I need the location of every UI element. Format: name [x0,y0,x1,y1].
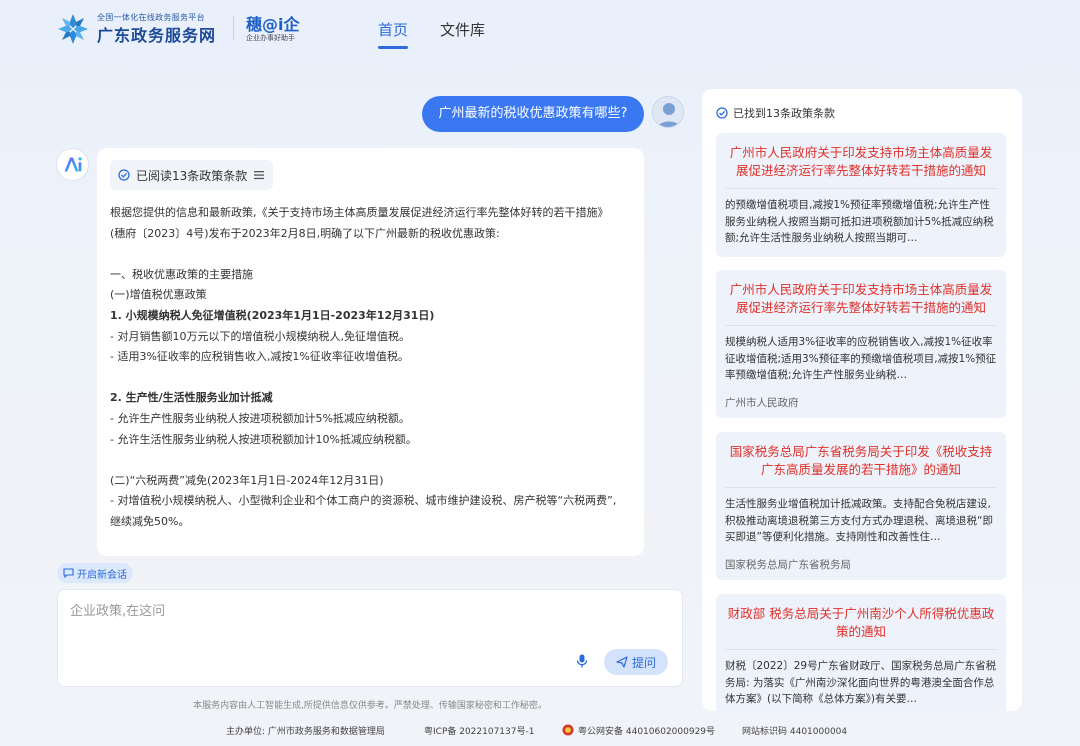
policy-card-title[interactable]: 广州市人民政府关于印发支持市场主体高质量发展促进经济运行率先整体好转若干措施的通… [725,144,997,180]
answer-gap [110,368,632,389]
policy-card-title[interactable]: 国家税务总局广东省税务局关于印发《税收支持广东高质量发展的若干措施》的通知 [725,443,997,479]
card-divider [725,487,997,488]
chat-icon [63,568,74,578]
microphone-icon[interactable] [574,653,590,669]
policy-results-panel: 已找到13条政策条款 广州市人民政府关于印发支持市场主体高质量发展促进经济运行率… [702,89,1022,711]
answer-gap [110,244,632,265]
list-icon [254,171,265,180]
assistant-brand-subtitle: 企业办事好助手 [246,34,295,42]
platform-title: 广东政务服务网 [97,26,217,45]
new-chat-button[interactable]: 开启新会话 [57,563,133,583]
policy-card-excerpt: 规模纳税人适用3%征收率的应税销售收入,减按1%征收率征收增值税;适用3%预征率… [725,336,997,381]
check-circle-icon [118,169,130,181]
answer-line: 一、税收优惠政策的主要措施 [110,267,253,281]
card-divider [725,325,997,326]
card-divider [725,649,997,650]
policy-card-source: 广州市人民政府 [725,396,799,409]
answer-line: - 对月销售额10万元以下的增值税小规模纳税人,免征增值税。 [110,329,410,343]
policy-card[interactable]: 国家税务总局广东省税务局关于印发《税收支持广东高质量发展的若干措施》的通知 生活… [716,432,1006,580]
send-icon [616,656,628,668]
policy-card-title[interactable]: 广州市人民政府关于印发支持市场主体高质量发展促进经济运行率先整体好转若干措施的通… [725,281,997,317]
answer-line: - 允许生活性服务业纳税人按进项税额加计10%抵减应纳税额。 [110,432,417,446]
user-question-bubble: 广州最新的税收优惠政策有哪些? [422,96,644,132]
footer-icp[interactable]: 粤ICP备 2022107137号-1 [424,724,534,737]
ai-answer-card: 已阅读13条政策条款 根据您提供的信息和最新政策,《关于支持市场主体高质量发展促… [97,148,644,556]
new-chat-label: 开启新会话 [77,569,127,581]
question-input-box: 提问 [57,589,683,687]
policy-card[interactable]: 财政部 税务总局关于广州南沙个人所得税优惠政策的通知 财税〔2022〕29号广东… [716,594,1006,711]
footer-police[interactable]: 粤公网安备 44010602000929号 [578,724,715,737]
answer-line: - 允许生产性服务业纳税人按进项税额加计5%抵减应纳税额。 [110,411,410,425]
header: 全国一体化在线政务服务平台 广东政务服务网 穗@i企 企业办事好助手 首页 文件… [0,0,1080,60]
answer-line: (一)增值税优惠政策 [110,288,207,302]
policy-card-excerpt: 的预缴增值税项目,减按1%预征率预缴增值税;允许生产性服务业纳税人按照当期可抵扣… [725,199,994,244]
card-divider [725,188,997,189]
question-input[interactable] [70,600,670,640]
policy-card-excerpt: 生活性服务业增值税加计抵减政策。支持配合免税店建设,积极推动离境退税第三方支付方… [725,498,993,543]
answer-line: (穗府〔2023〕4号)发布于2023年2月8日,明确了以下广州最新的税收优惠政… [110,226,500,240]
footer-sponsor: 主办单位: 广州市政务服务和数据管理局 [226,727,385,737]
check-circle-icon [716,107,728,119]
footer-site-code: 网站标识码 4401000004 [742,727,848,737]
answer-line: (二)“六税两费”减免(2023年1月1日-2024年12月31日) [110,473,384,487]
police-badge-icon [562,724,574,736]
answer-text: 根据您提供的信息和最新政策,《关于支持市场主体高质量发展促进经济运行率先整体好转… [110,203,632,533]
logo-icon [58,14,88,44]
answer-gap [110,450,632,471]
footer: 主办单位: 广州市政务服务和数据管理局 粤ICP备 2022107137号-1 … [0,724,1080,742]
answer-line: 继续减免50%。 [110,514,190,528]
read-status-tag[interactable]: 已阅读13条政策条款 [110,160,274,190]
results-header: 已找到13条政策条款 [716,105,835,121]
user-icon [657,103,681,127]
read-status-label: 已阅读13条政策条款 [136,168,248,183]
ai-avatar [56,148,89,181]
ask-button-label: 提问 [631,655,656,670]
nav-library[interactable]: 文件库 [440,19,485,40]
policy-card[interactable]: 广州市人民政府关于印发支持市场主体高质量发展促进经济运行率先整体好转若干措施的通… [716,133,1006,257]
ask-button[interactable]: 提问 [604,649,668,675]
policy-card-excerpt: 财税〔2022〕29号广东省财政厅、国家税务总局广东省税务局: 为落实《广州南沙… [725,660,997,705]
policy-card[interactable]: 广州市人民政府关于印发支持市场主体高质量发展促进经济运行率先整体好转若干措施的通… [716,270,1006,418]
answer-line: - 对增值税小规模纳税人、小型微利企业和个体工商户的资源税、城市维护建设税、房产… [110,494,617,508]
policy-card-title[interactable]: 财政部 税务总局关于广州南沙个人所得税优惠政策的通知 [725,605,997,641]
user-avatar [652,96,684,128]
header-divider [233,16,234,40]
ai-disclaimer: 本服务内容由人工智能生成,所提供信息仅供参考。严禁处理、传输国家秘密和工作秘密。 [193,701,547,711]
answer-line: - 适用3%征收率的应税销售收入,减按1%征收率征收增值税。 [110,350,409,364]
answer-line: 根据您提供的信息和最新政策,《关于支持市场主体高质量发展促进经济运行率先整体好转… [110,206,609,219]
assistant-brand: 穗@i企 [246,15,300,34]
answer-line: 1. 小规模纳税人免征增值税(2023年1月1日-2023年12月31日) [110,308,435,322]
policy-card-source: 国家税务总局广东省税务局 [725,558,851,571]
nav-home[interactable]: 首页 [378,19,409,49]
results-count-label: 已找到13条政策条款 [733,107,835,120]
ai-icon [64,157,82,172]
answer-line: 2. 生产性/生活性服务业加计抵减 [110,391,273,405]
